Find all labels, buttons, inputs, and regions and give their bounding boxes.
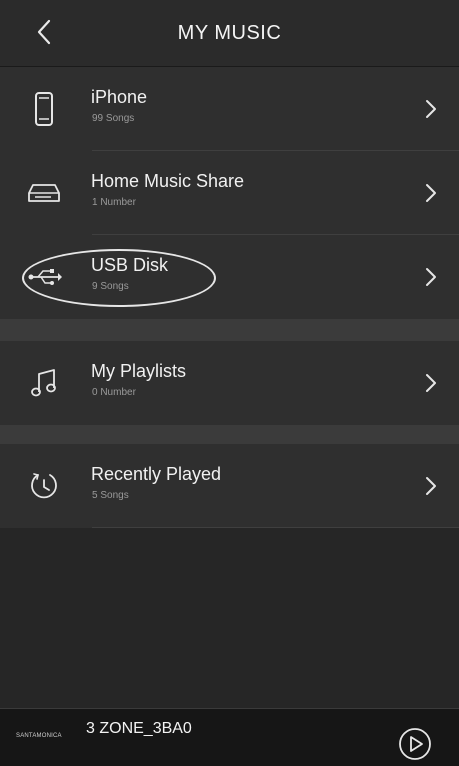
- play-button[interactable]: [398, 727, 432, 761]
- clock-icon: [24, 466, 64, 506]
- list-item-iphone[interactable]: iPhone 99 Songs: [0, 67, 459, 151]
- zone-name: 3 ZONE_3BA0: [86, 720, 192, 737]
- section-divider: [0, 319, 459, 341]
- music-note-icon: [24, 363, 64, 403]
- brand-logo: SANTAMONICA: [16, 733, 62, 739]
- page-title: MY MUSIC: [177, 22, 282, 44]
- now-playing-bar[interactable]: SANTAMONICA 3 ZONE_3BA0: [0, 708, 459, 766]
- phone-icon: [24, 89, 64, 129]
- header-bar: MY MUSIC: [0, 0, 459, 67]
- chevron-right-icon: [423, 265, 439, 289]
- item-subtitle: 1 Number: [92, 197, 136, 208]
- play-circle-icon: [399, 728, 431, 760]
- hard-drive-icon: [24, 173, 64, 213]
- my-music-screen: MY MUSIC iPhone 99 Songs Home Music Shar…: [0, 0, 459, 766]
- chevron-right-icon: [423, 97, 439, 121]
- list-item-home-music-share[interactable]: Home Music Share 1 Number: [0, 151, 459, 235]
- item-subtitle: 9 Songs: [92, 281, 129, 292]
- list-item-recently-played[interactable]: Recently Played 5 Songs: [0, 444, 459, 528]
- row-divider: [92, 527, 459, 528]
- usb-icon: [24, 257, 64, 297]
- chevron-right-icon: [423, 181, 439, 205]
- section-divider: [0, 425, 459, 444]
- item-subtitle: 99 Songs: [92, 113, 135, 124]
- item-title: Recently Played: [91, 464, 222, 484]
- item-subtitle: 5 Songs: [92, 490, 129, 501]
- item-title: USB Disk: [91, 255, 169, 275]
- item-subtitle: 0 Number: [92, 387, 136, 398]
- item-title: Home Music Share: [91, 171, 245, 191]
- chevron-right-icon: [423, 474, 439, 498]
- chevron-right-icon: [423, 371, 439, 395]
- list-item-my-playlists[interactable]: My Playlists 0 Number: [0, 341, 459, 425]
- item-title: My Playlists: [91, 361, 187, 381]
- music-source-list: iPhone 99 Songs Home Music Share 1 Numbe…: [0, 67, 459, 528]
- item-title: iPhone: [91, 87, 148, 107]
- list-item-usb-disk[interactable]: USB Disk 9 Songs: [0, 235, 459, 319]
